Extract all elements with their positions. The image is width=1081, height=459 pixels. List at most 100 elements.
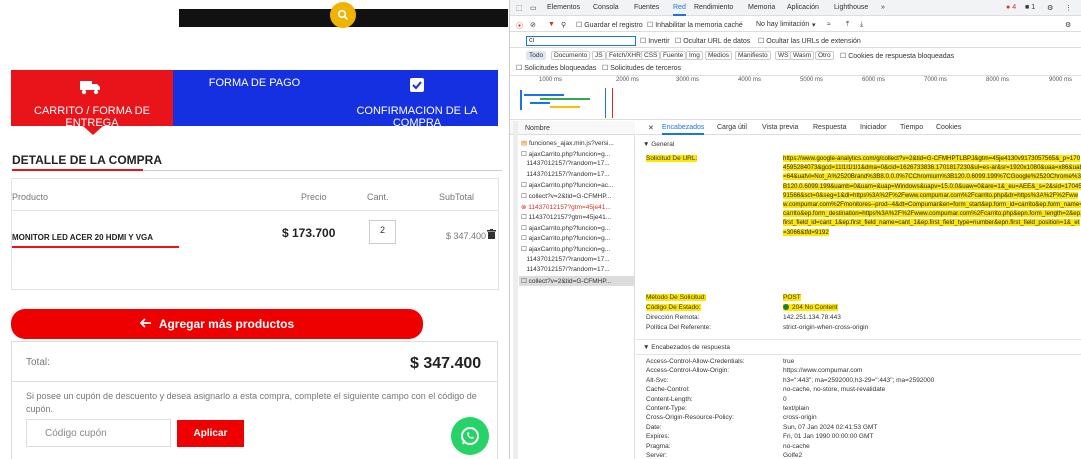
request-row[interactable]: ☐ collect?v=2&tid=G-CFMHP... xyxy=(521,277,633,285)
whatsapp-icon[interactable] xyxy=(451,417,489,455)
tick: 7000 ms xyxy=(924,77,948,83)
tick: 1000 ms xyxy=(539,77,563,83)
tab-sources[interactable]: Fuentes xyxy=(634,4,659,11)
export-icon[interactable]: ⤓ xyxy=(860,21,863,29)
tab-network[interactable]: Red xyxy=(673,4,686,16)
type-ws[interactable]: WS xyxy=(775,51,792,60)
tick: 6000 ms xyxy=(862,77,886,83)
request-row[interactable]: ☐ ajaxCarrito.php?funcion=g... xyxy=(521,224,633,232)
blocked-requests-checkbox[interactable]: ☐ Solicitudes bloqueadas xyxy=(516,64,596,72)
tab-payload[interactable]: Carga útil xyxy=(717,124,747,131)
search-icon[interactable] xyxy=(330,2,356,28)
warning-badge[interactable]: ■ 1 xyxy=(1025,4,1035,11)
invert-checkbox[interactable]: ☐ Invertir xyxy=(640,37,670,45)
general-section[interactable]: ▼ General xyxy=(643,141,674,148)
request-row[interactable]: ☐ ajaxCarrito.php?funcion=g... xyxy=(521,234,633,242)
tab-preview[interactable]: Vista previa xyxy=(762,124,798,131)
device-icon[interactable]: ▭ xyxy=(530,4,537,12)
request-row[interactable]: ☐ ajaxCarrito.php?funcion=g... xyxy=(521,245,633,253)
warning-count: 1 xyxy=(1031,4,1036,11)
name-column-header[interactable]: Nombre xyxy=(525,125,550,132)
step-arrow xyxy=(83,126,103,135)
request-row[interactable]: ☐ 11437012157?gtm=45je41... xyxy=(521,213,633,221)
request-name: collect?v=2&tid=G-CFMHP... xyxy=(528,277,612,285)
settings-icon[interactable]: ⚙ xyxy=(1065,21,1071,29)
type-other[interactable]: Otro xyxy=(815,51,834,60)
filter-icon[interactable]: ▼ xyxy=(548,21,555,28)
type-fetch[interactable]: Fetch/XHR xyxy=(606,51,644,60)
preserve-log-checkbox[interactable]: ☐ Guardar el registro xyxy=(576,21,643,29)
request-row[interactable]: ☐ ajaxCarrito.php?funcion=ac... xyxy=(521,181,633,189)
error-badge[interactable]: ● 4 xyxy=(1006,4,1016,11)
request-row[interactable]: 11437012157/?random=17... xyxy=(521,266,633,273)
type-manifest[interactable]: Manifiesto xyxy=(735,51,771,60)
referrer-label: Política Del Referente: xyxy=(646,324,712,331)
response-header-name: Cache-Control: xyxy=(646,386,690,394)
type-media[interactable]: Medios xyxy=(705,51,732,60)
request-url-value[interactable]: https://www.google-analytics.com/g/colle… xyxy=(783,154,1081,237)
apply-coupon-button[interactable]: Aplicar xyxy=(177,420,244,447)
record-icon[interactable]: ⦿ xyxy=(516,21,523,31)
third-party-checkbox[interactable]: ☐ Solicitudes de terceros xyxy=(602,64,681,72)
step-cart[interactable]: CARRITO / FORMA DE ENTREGA xyxy=(11,70,173,135)
tab-application[interactable]: Aplicación xyxy=(787,4,819,11)
filter-input[interactable]: ci xyxy=(526,36,636,46)
clear-icon[interactable]: ⊘ xyxy=(530,21,536,29)
throttle-select[interactable]: No hay limitación xyxy=(756,21,809,28)
tab-lighthouse[interactable]: Lighthouse xyxy=(834,4,868,11)
product-name[interactable]: MONITOR LED ACER 20 HDMI Y VGA xyxy=(12,233,153,242)
type-js[interactable]: JS xyxy=(592,51,606,60)
request-row[interactable]: ☐ collect?v=2&tid=G-CFMHP... xyxy=(521,192,633,200)
arrow-left-icon xyxy=(139,317,151,331)
hide-data-urls-checkbox[interactable]: ☐ Ocultar URL de datos xyxy=(675,37,750,45)
gear-icon[interactable]: ⚙ xyxy=(1047,4,1053,12)
type-wasm[interactable]: Wasm xyxy=(790,51,815,60)
import-icon[interactable]: ⤒ xyxy=(846,21,849,29)
tab-headers[interactable]: Encabezados xyxy=(662,124,705,135)
tab-performance[interactable]: Rendimiento xyxy=(694,4,733,11)
more-tabs-icon[interactable]: » xyxy=(881,4,885,11)
chevron-down-icon[interactable]: ▾ xyxy=(812,21,816,29)
total-value: $ 347.400 xyxy=(410,355,482,372)
tab-initiator[interactable]: Iniciador xyxy=(860,124,886,131)
close-icon[interactable]: ✕ xyxy=(648,124,654,132)
request-row[interactable]: ▤ funciones_ajax.min.js?versi... xyxy=(521,139,633,147)
request-row[interactable]: 11437012157/?random=17... xyxy=(521,171,633,178)
hide-ext-urls-checkbox[interactable]: ☐ Ocultar las URLs de extensión xyxy=(758,37,861,45)
request-row[interactable]: 11437012157/?random=17... xyxy=(521,160,633,167)
inspect-icon[interactable]: ⬚ xyxy=(516,4,523,12)
add-more-products-button[interactable]: Agregar más productos xyxy=(11,309,423,339)
response-header-value: Fri, 01 Jan 1990 00:00:00 GMT xyxy=(783,433,874,441)
tab-response[interactable]: Respuesta xyxy=(813,124,846,131)
coupon-input[interactable]: Código cupón xyxy=(26,419,171,447)
type-font[interactable]: Fuente xyxy=(660,51,687,60)
blocked-cookies-checkbox[interactable]: ☐ Cookies de respuesta bloqueadas xyxy=(840,52,954,60)
tab-elements[interactable]: Elementos xyxy=(547,4,580,11)
disable-cache-checkbox[interactable]: ☐ Inhabilitar la memoria caché xyxy=(647,21,743,29)
divider xyxy=(11,381,498,382)
more-vert-icon[interactable]: ⋮ xyxy=(1065,4,1072,12)
tab-timing[interactable]: Tiempo xyxy=(900,124,923,131)
title-underline xyxy=(12,169,143,171)
trash-icon[interactable] xyxy=(487,226,496,244)
shop-panel: CARRITO / FORMA DE ENTREGA FORMA DE PAGO… xyxy=(0,0,509,459)
quantity-input[interactable]: 2 xyxy=(369,220,396,244)
tab-cookies[interactable]: Cookies xyxy=(936,124,961,131)
response-header-name: Cross-Origin-Resource-Policy: xyxy=(646,414,734,422)
request-row[interactable]: ⊗ 11437012157?gtm=45je41... xyxy=(521,203,633,211)
type-document[interactable]: Documento xyxy=(551,51,591,60)
step-payment[interactable]: FORMA DE PAGO xyxy=(173,70,336,126)
tab-console[interactable]: Consola xyxy=(593,4,619,11)
col-product: Producto xyxy=(12,192,49,202)
step-confirm[interactable]: CONFIRMACION DE LA COMPRA xyxy=(336,70,498,129)
response-headers-section[interactable]: ▼ Encabezados de respuesta xyxy=(643,344,730,351)
tab-memory[interactable]: Memoria xyxy=(748,4,775,11)
type-css[interactable]: CSS xyxy=(641,51,661,60)
type-img[interactable]: Img xyxy=(686,51,703,60)
scrollbar[interactable] xyxy=(513,121,518,459)
type-all[interactable]: Todo xyxy=(526,51,547,60)
search-icon[interactable]: ⚲ xyxy=(561,21,566,29)
wifi-icon[interactable]: ≈ xyxy=(827,21,831,28)
request-row[interactable]: ☐ ajaxCarrito.php?funcion=g... xyxy=(521,150,633,158)
request-row[interactable]: 11437012157/?random=17... xyxy=(521,256,633,263)
